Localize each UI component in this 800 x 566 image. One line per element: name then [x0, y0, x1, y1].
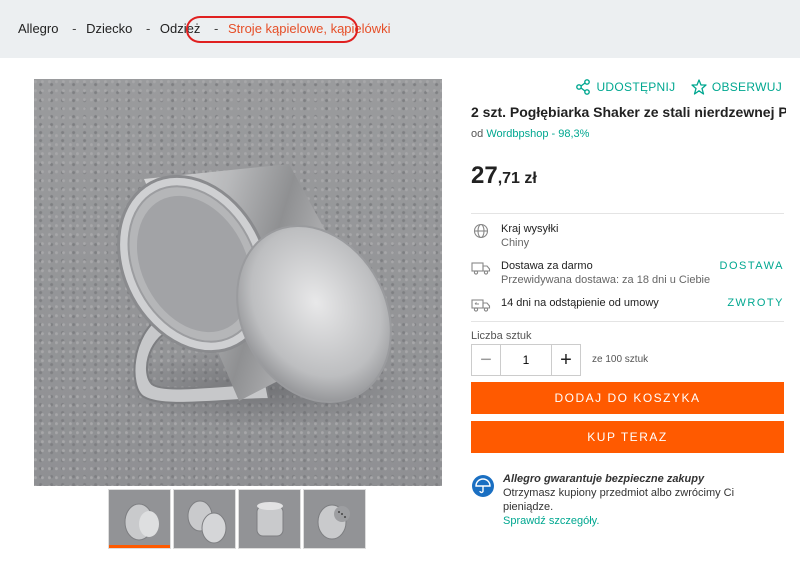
quantity-label: Liczba sztuk	[471, 330, 532, 342]
quantity-stepper: − +	[471, 344, 581, 376]
main-product-image[interactable]	[34, 79, 442, 486]
price-integer: 27	[471, 162, 498, 189]
guarantee-details-link[interactable]: Sprawdź szczegóły.	[503, 514, 786, 528]
watch-button[interactable]: OBSERWUJ	[691, 79, 782, 95]
star-icon	[691, 79, 707, 95]
quantity-increase-button[interactable]: +	[551, 344, 581, 376]
quantity-decrease-button[interactable]: −	[471, 344, 501, 376]
buy-now-button[interactable]: KUP TERAZ	[471, 421, 784, 453]
quantity-available: ze 100 sztuk	[592, 354, 649, 365]
add-to-cart-button[interactable]: DODAJ DO KOSZYKA	[471, 382, 784, 414]
thumbnail-1[interactable]	[108, 489, 171, 549]
product-photo-mug	[114, 164, 414, 429]
seller-prefix: od	[471, 128, 484, 140]
breadcrumb: Allegro - Dziecko - Odzież - Stroje kąpi…	[18, 21, 391, 36]
guarantee-description: Otrzymasz kupiony przedmiot albo zwrócim…	[503, 487, 735, 513]
breadcrumb-item-stroje-kapielowe[interactable]: Stroje kąpielowe, kąpielówki	[228, 21, 391, 36]
shipping-country-label: Kraj wysyłki	[501, 223, 559, 235]
breadcrumb-bar: Allegro - Dziecko - Odzież - Stroje kąpi…	[0, 0, 800, 58]
breadcrumb-item-odziez[interactable]: Odzież	[160, 21, 200, 36]
shipping-country-value: Chiny	[501, 237, 530, 249]
price-currency: zł	[524, 170, 537, 187]
thumbnail-2[interactable]	[173, 489, 236, 549]
globe-icon	[473, 223, 489, 239]
seller-link[interactable]: Wordbpshop - 98,3%	[486, 128, 589, 140]
delivery-label: Dostawa za darmo	[501, 260, 593, 272]
watch-label: OBSERWUJ	[711, 80, 782, 94]
share-button[interactable]: UDOSTĘPNIJ	[575, 79, 675, 95]
quantity-input[interactable]	[501, 344, 551, 376]
share-icon	[576, 79, 591, 95]
umbrella-shield-icon	[472, 475, 494, 497]
returns-label: 14 dni na odstąpienie od umowy	[501, 297, 659, 309]
breadcrumb-separator: -	[72, 21, 77, 36]
product-title: 2 szt. Pogłębiarka Shaker ze stali nierd…	[471, 104, 786, 120]
thumbnail-4[interactable]	[303, 489, 366, 549]
returns-link[interactable]: ZWROTY	[727, 297, 784, 309]
share-label: UDOSTĘPNIJ	[596, 80, 676, 94]
delivery-link[interactable]: DOSTAWA	[720, 260, 784, 272]
divider	[471, 213, 784, 214]
price: 27,71 zł	[471, 162, 537, 190]
delivery-estimate: Przewidywana dostawa: za 18 dni u Ciebie	[501, 274, 711, 286]
breadcrumb-item-dziecko[interactable]: Dziecko	[86, 21, 132, 36]
breadcrumb-item-allegro[interactable]: Allegro	[18, 21, 58, 36]
thumbnail-3[interactable]	[238, 489, 301, 549]
truck-icon	[471, 262, 491, 275]
seller-info: od Wordbpshop - 98,3%	[471, 128, 589, 140]
breadcrumb-separator: -	[145, 21, 151, 36]
divider	[471, 321, 784, 322]
price-fraction: ,71	[497, 170, 520, 187]
product-actions: UDOSTĘPNIJ OBSERWUJ	[563, 79, 782, 98]
return-truck-icon	[471, 299, 491, 312]
breadcrumb-separator: -	[214, 21, 219, 36]
guarantee-title: Allegro gwarantuje bezpieczne zakupy	[503, 473, 705, 485]
